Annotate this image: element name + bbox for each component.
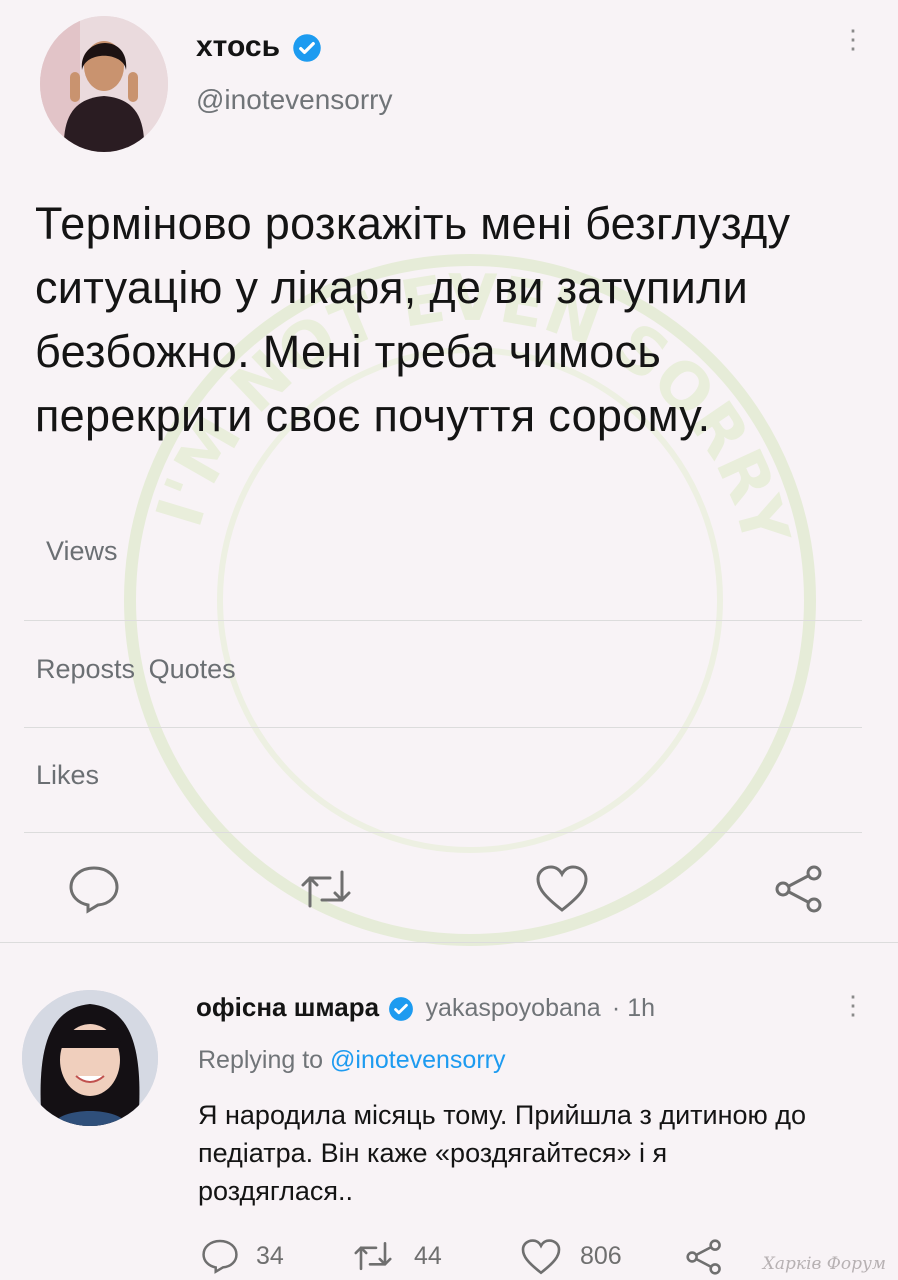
verified-badge-icon	[389, 997, 414, 1022]
views-label[interactable]: Views	[46, 536, 118, 567]
like-icon[interactable]	[534, 864, 590, 914]
repost-icon[interactable]	[298, 866, 354, 912]
author-avatar[interactable]	[40, 16, 168, 152]
tweet-text: Терміново розкажіть мені безглузду ситуа…	[35, 198, 791, 441]
reply-author-handle[interactable]: yakaspoyobana	[426, 994, 601, 1022]
divider	[24, 620, 862, 621]
quotes-label[interactable]: Quotes	[149, 654, 236, 684]
author-handle[interactable]: @inotevensorry	[196, 84, 393, 116]
reply-share-icon[interactable]	[684, 1238, 724, 1276]
more-icon[interactable]: ⋮	[840, 26, 866, 52]
divider	[24, 832, 862, 833]
reposts-label[interactable]: Reposts	[36, 654, 135, 684]
reply-author-avatar[interactable]	[22, 990, 158, 1126]
reply-text: Я народила місяць тому. Прийшла з дитино…	[198, 1100, 807, 1206]
likes-label[interactable]: Likes	[36, 760, 99, 791]
forum-watermark: Харків Форум	[762, 1254, 886, 1274]
reply-icon[interactable]	[66, 864, 122, 914]
repost-count: 44	[414, 1242, 442, 1270]
reply-repost-icon[interactable]	[352, 1238, 394, 1274]
share-icon[interactable]	[772, 864, 826, 914]
replying-to-label: Replying to	[198, 1046, 324, 1074]
divider	[0, 942, 898, 943]
like-count: 806	[580, 1242, 622, 1270]
author-name[interactable]: хтось	[196, 30, 280, 63]
reply-more-icon[interactable]: ⋮	[840, 992, 866, 1018]
reply-author-name[interactable]: офісна шмара	[196, 992, 379, 1022]
reply-like-icon[interactable]	[520, 1238, 562, 1276]
reply-reply-icon[interactable]	[200, 1238, 240, 1274]
reply-time: · 1h	[611, 994, 656, 1022]
replying-to-handle[interactable]: @inotevensorry	[330, 1046, 505, 1074]
divider	[24, 727, 862, 728]
reply-count: 34	[256, 1242, 284, 1270]
verified-badge-icon	[293, 34, 322, 62]
